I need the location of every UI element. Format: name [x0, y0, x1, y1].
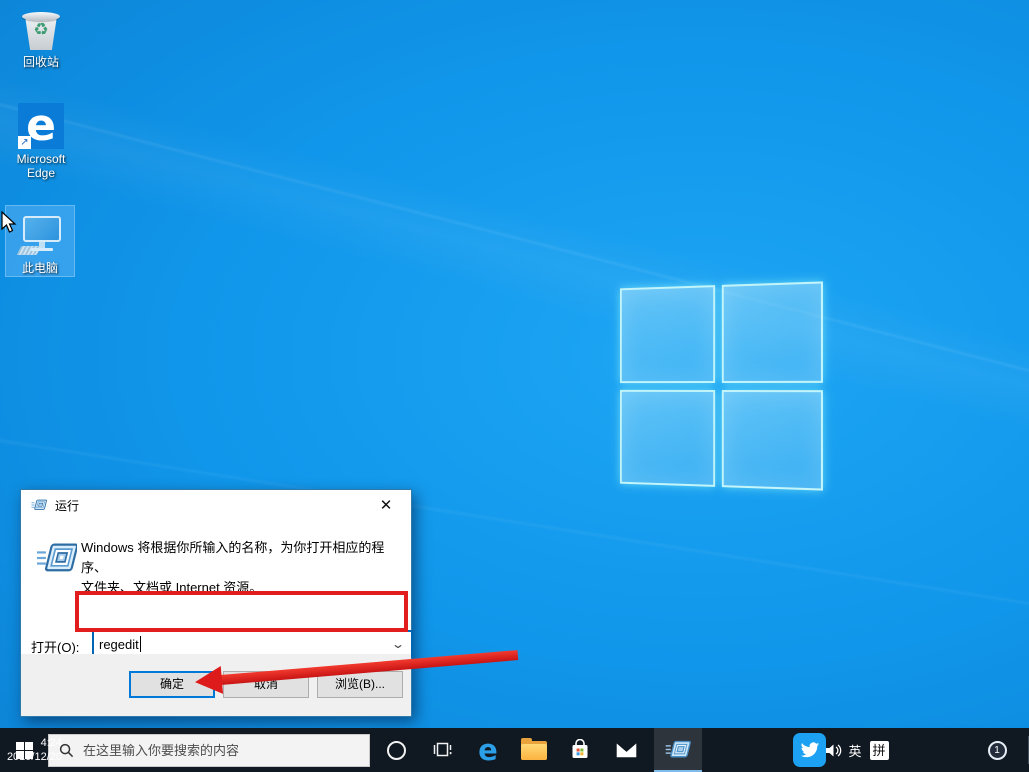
recycle-bin-icon: ♻ — [21, 8, 61, 52]
clock-date: 2019/12/20 — [7, 750, 62, 764]
notification-badge: 1 — [988, 741, 1007, 760]
taskbar-edge-button[interactable]: e — [466, 728, 510, 772]
chevron-down-icon[interactable]: ⌄ — [391, 637, 405, 651]
mail-icon — [615, 741, 638, 759]
desktop-icon-recycle-bin[interactable]: ♻ 回收站 — [7, 8, 75, 69]
logo-pane — [721, 281, 823, 382]
microsoft-store-button[interactable] — [558, 728, 602, 772]
edge-icon: e ↗ — [18, 103, 64, 149]
cortana-icon — [387, 741, 406, 760]
folder-icon — [521, 741, 547, 760]
speaker-glyph — [825, 743, 842, 758]
close-icon[interactable]: ✕ — [371, 493, 401, 517]
desktop-icon-microsoft-edge[interactable]: e ↗ Microsoft Edge — [7, 103, 75, 180]
desktop-icon-label: 此电脑 — [6, 261, 74, 275]
task-view-button[interactable] — [420, 728, 464, 772]
run-dialog-titlebar[interactable]: 运行 ✕ — [21, 490, 411, 520]
run-dialog-body: Windows 将根据你所输入的名称，为你打开相应的程序、 文件夹、文档或 In… — [21, 520, 411, 656]
logo-pane — [620, 389, 715, 487]
mouse-cursor — [1, 211, 19, 235]
taskbar: e — [0, 728, 1029, 772]
desktop-icon-label: Microsoft Edge — [7, 152, 75, 180]
desktop-icon-label: 回收站 — [7, 55, 75, 69]
shortcut-arrow-icon: ↗ — [18, 136, 31, 149]
cortana-button[interactable] — [374, 728, 418, 772]
ime-pinyin-indicator[interactable]: 拼 — [867, 728, 891, 772]
search-input[interactable] — [83, 743, 333, 758]
logo-pane — [721, 390, 823, 491]
taskbar-run-window-button[interactable] — [654, 728, 702, 772]
task-view-icon — [433, 741, 452, 759]
action-center-button[interactable]: 1 — [980, 728, 1014, 772]
taskbar-search-box[interactable] — [48, 734, 370, 767]
volume-icon[interactable] — [822, 728, 844, 772]
run-dialog-title: 运行 — [55, 497, 79, 514]
annotation-highlight-box — [75, 591, 408, 632]
run-dialog-icon — [31, 498, 47, 512]
this-pc-icon — [17, 212, 63, 258]
clock-time: 4:24 — [41, 736, 62, 750]
store-icon — [569, 739, 591, 761]
light-ray — [0, 61, 1029, 524]
edge-icon: e — [478, 733, 498, 767]
run-command-value: regedit — [99, 637, 139, 652]
bird-icon — [800, 742, 820, 759]
ime-language-indicator[interactable]: 英 — [845, 728, 865, 772]
run-icon — [37, 542, 77, 574]
windows-logo-wallpaper — [620, 281, 823, 490]
mail-button[interactable] — [604, 728, 648, 772]
text-caret — [140, 636, 141, 652]
run-dialog-description: Windows 将根据你所输入的名称，为你打开相应的程序、 文件夹、文档或 In… — [81, 538, 401, 598]
file-explorer-button[interactable] — [512, 728, 556, 772]
pinyin-icon: 拼 — [870, 741, 889, 760]
logo-pane — [620, 285, 715, 383]
run-window-icon — [665, 739, 691, 760]
